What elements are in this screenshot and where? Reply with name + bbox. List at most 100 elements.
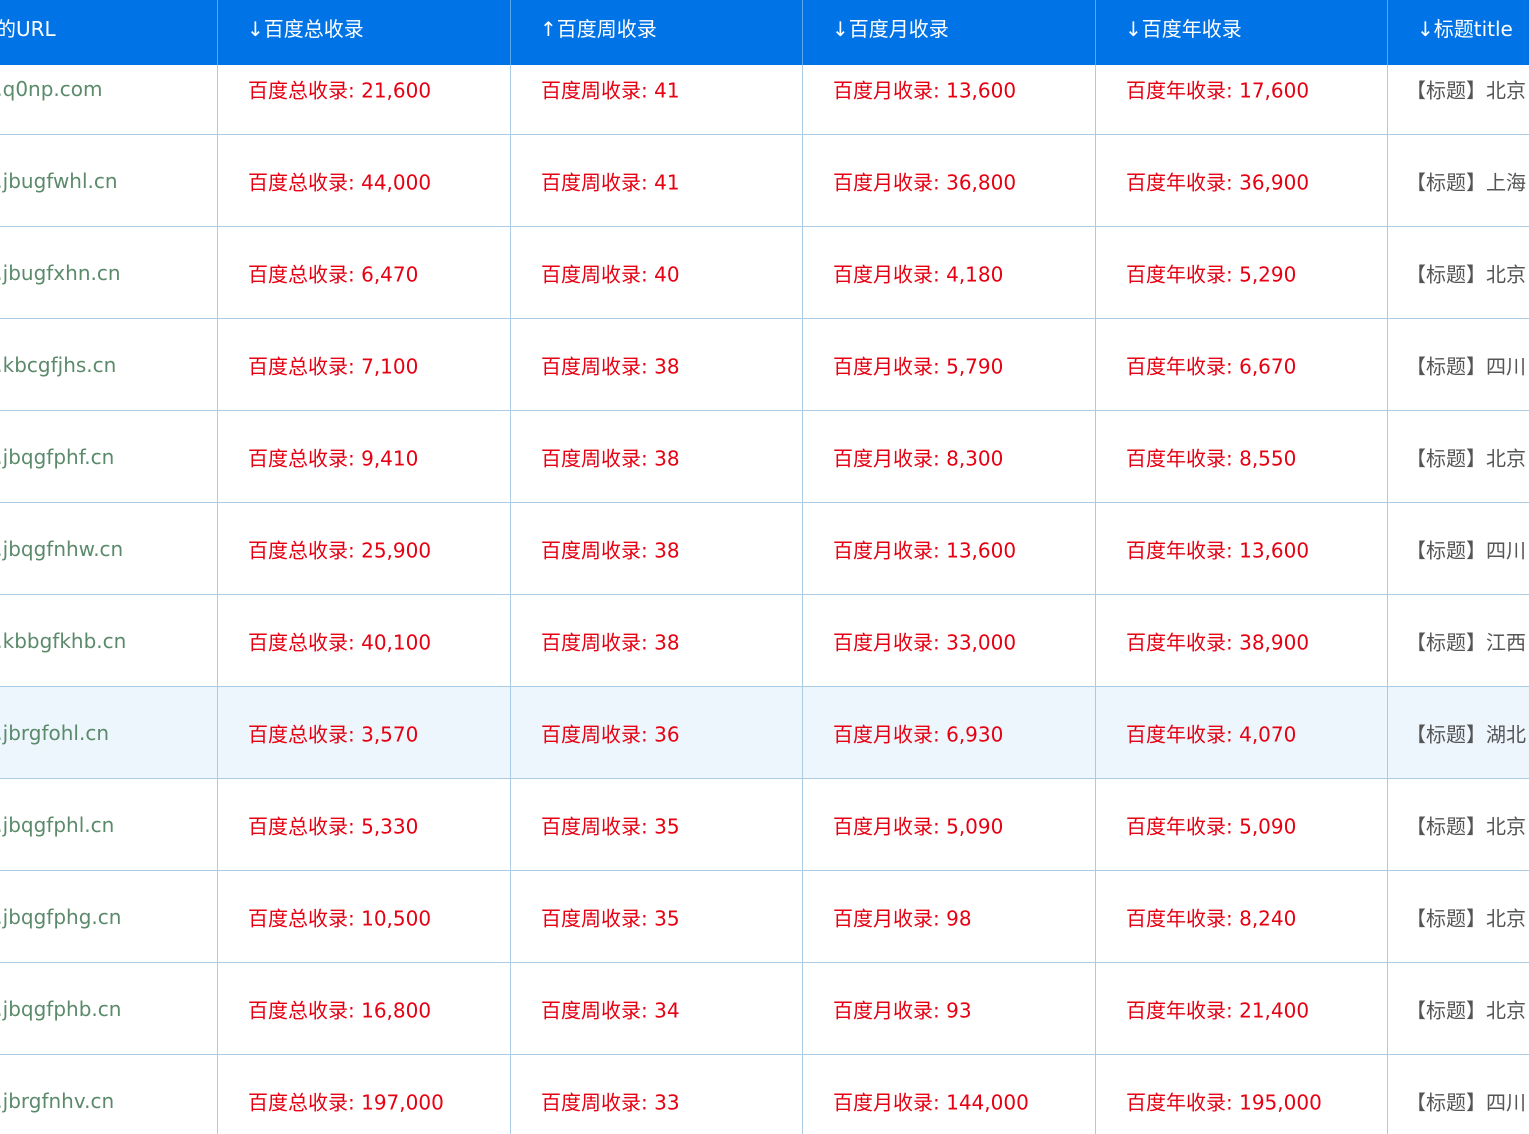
url-cell-text[interactable]: v.jbqgfphb.cn [0, 997, 121, 1021]
month-index-cell: 百度月收录: 33,000 [802, 595, 1096, 686]
url-cell[interactable]: v.jbrgfnhv.cn [0, 1055, 218, 1134]
url-cell[interactable]: v.jbqgfphl.cn [0, 779, 218, 870]
month-index-cell-text: 百度月收录: 33,000 [833, 630, 1017, 654]
table-row[interactable]: v.jbugfxhn.cn 百度总收录: 6,470 百度周收录: 40 百度月收录:… [0, 227, 1529, 319]
total-index-cell: 百度总收录: 3,570 [217, 687, 511, 778]
title-cell: 【标题】四川 [1387, 503, 1529, 594]
month-index-cell: 百度月收录: 93 [802, 963, 1096, 1054]
year-index-cell-text: 百度年收录: 4,070 [1126, 722, 1297, 746]
total-index-cell-text: 百度总收录: 40,100 [248, 630, 432, 654]
table-row[interactable]: v.kbcgfjhs.cn 百度总收录: 7,100 百度周收录: 38 百度月收录:… [0, 319, 1529, 411]
total-index-cell: 百度总收录: 21,600 [217, 65, 511, 134]
header-month-index[interactable]: ↓百度月收录 [832, 0, 949, 65]
title-cell: 【标题】上海 [1387, 135, 1529, 226]
year-index-cell: 百度年收录: 13,600 [1095, 503, 1388, 594]
year-index-cell: 百度年收录: 17,600 [1095, 65, 1388, 134]
title-cell-text: 【标题】北京 [1406, 998, 1526, 1022]
title-cell-text: 【标题】北京 [1406, 814, 1526, 838]
table-row[interactable]: v.jbugfwhl.cn 百度总收录: 44,000 百度周收录: 41 百度月收录… [0, 135, 1529, 227]
title-cell-text: 【标题】北京 [1406, 446, 1526, 470]
year-index-cell-text: 百度年收录: 36,900 [1126, 170, 1310, 194]
table-row[interactable]: v.jbqgfphb.cn 百度总收录: 16,800 百度周收录: 34 百度月收录… [0, 963, 1529, 1055]
url-cell[interactable]: v.jbqgfphf.cn [0, 411, 218, 502]
url-cell-text[interactable]: v.jbqgfphl.cn [0, 813, 114, 837]
year-index-cell-text: 百度年收录: 5,290 [1126, 262, 1297, 286]
total-index-cell: 百度总收录: 5,330 [217, 779, 511, 870]
url-cell[interactable]: v.jbqgfphb.cn [0, 963, 218, 1054]
total-index-cell-text: 百度总收录: 21,600 [248, 78, 432, 103]
title-cell-text: 【标题】北京 [1406, 262, 1526, 286]
url-cell-text[interactable]: v.kbbgfkhb.cn [0, 629, 126, 653]
url-cell[interactable]: v.kbbgfkhb.cn [0, 595, 218, 686]
url-cell-text[interactable]: v.jbqgfphg.cn [0, 905, 121, 929]
year-index-cell-text: 百度年收录: 8,550 [1126, 446, 1297, 470]
week-index-cell-text: 百度周收录: 35 [541, 906, 680, 930]
url-cell[interactable]: v.jbqgfphg.cn [0, 871, 218, 962]
month-index-cell: 百度月收录: 13,600 [802, 65, 1096, 134]
total-index-cell-text: 百度总收录: 44,000 [248, 170, 432, 194]
url-cell[interactable]: v.jbugfwhl.cn [0, 135, 218, 226]
url-cell-text[interactable]: v.jbugfwhl.cn [0, 169, 118, 193]
month-index-cell-text: 百度月收录: 98 [833, 906, 972, 930]
table-row[interactable]: v.q0np.com 百度总收录: 21,600 百度周收录: 41 百度月收录: 1… [0, 65, 1529, 135]
week-index-cell: 百度周收录: 35 [510, 779, 803, 870]
year-index-cell: 百度年收录: 36,900 [1095, 135, 1388, 226]
table-row[interactable]: v.jbqgfphl.cn 百度总收录: 5,330 百度周收录: 35 百度月收录:… [0, 779, 1529, 871]
total-index-cell: 百度总收录: 9,410 [217, 411, 511, 502]
url-cell-text[interactable]: v.q0np.com [0, 77, 103, 101]
year-index-cell: 百度年收录: 4,070 [1095, 687, 1388, 778]
total-index-cell: 百度总收录: 25,900 [217, 503, 511, 594]
url-cell-text[interactable]: v.jbrgfnhv.cn [0, 1089, 114, 1113]
table-row[interactable]: v.jbqgfnhw.cn 百度总收录: 25,900 百度周收录: 38 百度月收录… [0, 503, 1529, 595]
year-index-cell-text: 百度年收录: 8,240 [1126, 906, 1297, 930]
title-cell-text: 【标题】北京 [1406, 906, 1526, 930]
week-index-cell: 百度周收录: 38 [510, 503, 803, 594]
year-index-cell: 百度年收录: 5,290 [1095, 227, 1388, 318]
total-index-cell-text: 百度总收录: 5,330 [248, 814, 419, 838]
title-cell-text: 【标题】北京 [1406, 78, 1526, 103]
title-cell-text: 【标题】四川 [1406, 538, 1526, 562]
header-url[interactable]: 的URL [0, 0, 56, 65]
year-index-cell: 百度年收录: 5,090 [1095, 779, 1388, 870]
url-cell-text[interactable]: v.kbcgfjhs.cn [0, 353, 116, 377]
url-cell[interactable]: v.kbcgfjhs.cn [0, 319, 218, 410]
week-index-cell: 百度周收录: 38 [510, 595, 803, 686]
header-total-index-label: ↓百度总收录 [247, 17, 364, 41]
week-index-cell: 百度周收录: 36 [510, 687, 803, 778]
total-index-cell: 百度总收录: 44,000 [217, 135, 511, 226]
year-index-cell: 百度年收录: 8,550 [1095, 411, 1388, 502]
month-index-cell-text: 百度月收录: 144,000 [833, 1090, 1029, 1114]
week-index-cell: 百度周收录: 41 [510, 135, 803, 226]
table-row[interactable]: v.jbqgfphf.cn 百度总收录: 9,410 百度周收录: 38 百度月收录:… [0, 411, 1529, 503]
week-index-cell-text: 百度周收录: 36 [541, 722, 680, 746]
month-index-cell-text: 百度月收录: 13,600 [833, 538, 1017, 562]
table-row[interactable]: v.jbrgfnhv.cn 百度总收录: 197,000 百度周收录: 33 百度月收… [0, 1055, 1529, 1134]
table-body: v.q0np.com 百度总收录: 21,600 百度周收录: 41 百度月收录: 1… [0, 65, 1529, 1134]
table-row[interactable]: v.jbqgfphg.cn 百度总收录: 10,500 百度周收录: 35 百度月收录… [0, 871, 1529, 963]
week-index-cell-text: 百度周收录: 35 [541, 814, 680, 838]
header-divider [802, 0, 803, 65]
header-year-index[interactable]: ↓百度年收录 [1125, 0, 1242, 65]
header-total-index[interactable]: ↓百度总收录 [247, 0, 364, 65]
header-week-index[interactable]: ↑百度周收录 [540, 0, 657, 65]
url-cell[interactable]: v.jbrgfohl.cn [0, 687, 218, 778]
url-cell-text[interactable]: v.jbqgfphf.cn [0, 445, 114, 469]
table-row[interactable]: v.kbbgfkhb.cn 百度总收录: 40,100 百度周收录: 38 百度月收录… [0, 595, 1529, 687]
week-index-cell-text: 百度周收录: 38 [541, 354, 680, 378]
week-index-cell-text: 百度周收录: 38 [541, 630, 680, 654]
month-index-cell: 百度月收录: 4,180 [802, 227, 1096, 318]
month-index-cell: 百度月收录: 13,600 [802, 503, 1096, 594]
table-row[interactable]: v.jbrgfohl.cn 百度总收录: 3,570 百度周收录: 36 百度月收录:… [0, 687, 1529, 779]
total-index-cell: 百度总收录: 197,000 [217, 1055, 511, 1134]
url-cell-text[interactable]: v.jbqgfnhw.cn [0, 537, 123, 561]
url-cell-text[interactable]: v.jbrgfohl.cn [0, 721, 109, 745]
week-index-cell-text: 百度周收录: 38 [541, 446, 680, 470]
total-index-cell-text: 百度总收录: 10,500 [248, 906, 432, 930]
month-index-cell-text: 百度月收录: 5,790 [833, 354, 1004, 378]
url-cell-text[interactable]: v.jbugfxhn.cn [0, 261, 121, 285]
url-cell[interactable]: v.q0np.com [0, 65, 218, 134]
url-cell[interactable]: v.jbugfxhn.cn [0, 227, 218, 318]
url-cell[interactable]: v.jbqgfnhw.cn [0, 503, 218, 594]
title-cell: 【标题】湖北 [1387, 687, 1529, 778]
header-title[interactable]: ↓标题title [1417, 0, 1513, 65]
